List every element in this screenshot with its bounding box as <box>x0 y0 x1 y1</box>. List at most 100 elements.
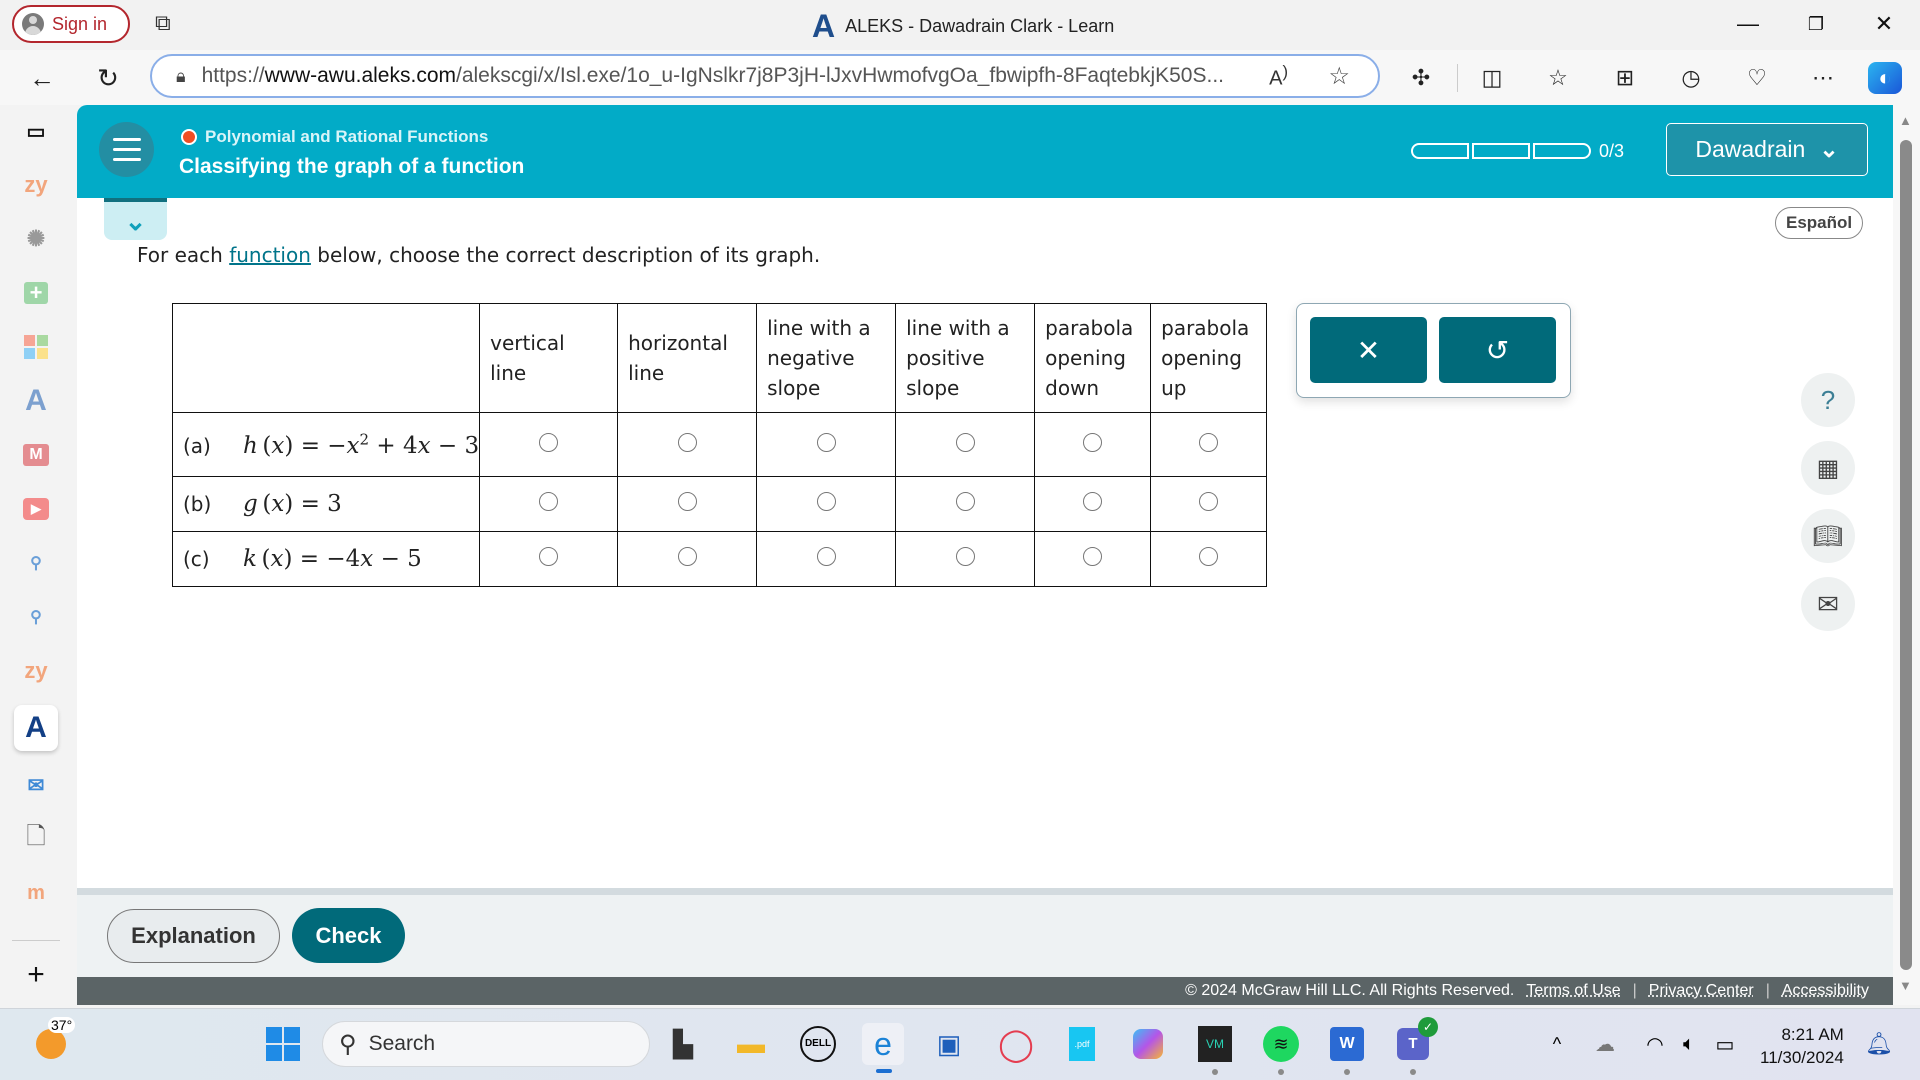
explanation-button[interactable]: Explanation <box>107 909 280 963</box>
file-explorer-icon[interactable]: ▬ <box>730 1023 772 1065</box>
notification-bell-icon[interactable]: 🔔︎ <box>1858 1023 1900 1065</box>
calculator-button[interactable]: ▦ <box>1801 441 1855 495</box>
split-screen-icon[interactable]: ◫ <box>1475 62 1509 94</box>
system-clock[interactable]: 8:21 AM 11/30/2024 <box>1760 1023 1844 1069</box>
zybooks-icon[interactable]: zy <box>14 651 58 691</box>
weather-widget[interactable]: 37° <box>28 1017 76 1065</box>
copilot-icon[interactable]: ◐ <box>1868 62 1902 94</box>
aleks-active-icon[interactable]: A <box>14 705 58 751</box>
sign-in-button[interactable]: Sign in <box>12 5 130 43</box>
chatgpt-icon[interactable]: ✺ <box>14 219 58 259</box>
clock-time: 8:21 AM <box>1781 1025 1844 1044</box>
add-tab-icon[interactable]: + <box>14 273 58 313</box>
gmail-icon[interactable]: M <box>14 435 58 475</box>
radio-a-parabola-up[interactable] <box>1199 432 1219 452</box>
outlook-icon[interactable]: ✉ <box>14 765 58 805</box>
clear-button[interactable]: ✕ <box>1310 317 1427 383</box>
moodle-icon[interactable]: m <box>14 873 58 913</box>
radio-c-vertical-line[interactable] <box>539 547 559 566</box>
radio-c-horizontal-line[interactable] <box>677 547 697 566</box>
search-icon[interactable]: ⚲ <box>14 597 58 637</box>
radio-a-horizontal-line[interactable] <box>677 432 697 452</box>
espanol-button[interactable]: Español <box>1775 207 1864 239</box>
scroll-down-icon[interactable]: ▼ <box>1899 978 1912 993</box>
menu-button[interactable] <box>99 122 154 177</box>
show-hidden-icons[interactable]: ^ <box>1536 1023 1578 1065</box>
progress-segment <box>1411 143 1469 159</box>
address-bar[interactable]: 🔒︎ https://www-awu.aleks.com/alekscgi/x/… <box>150 54 1380 98</box>
history-icon[interactable]: ◷ <box>1674 62 1708 94</box>
lock-icon[interactable]: 🔒︎ <box>176 66 186 87</box>
radio-c-parabola-down[interactable] <box>1083 547 1103 566</box>
radio-a-vertical-line[interactable] <box>539 432 559 452</box>
radio-a-parabola-down[interactable] <box>1083 432 1103 452</box>
copilot-app-icon[interactable] <box>1127 1023 1169 1065</box>
browser-essentials-icon[interactable]: ♡ <box>1740 62 1774 94</box>
help-icon: ? <box>1820 384 1836 415</box>
radio-a-positive-slope[interactable] <box>955 432 975 452</box>
help-button[interactable]: ? <box>1801 373 1855 427</box>
start-icon[interactable] <box>262 1023 304 1065</box>
privacy-link[interactable]: Privacy Center <box>1649 982 1754 1000</box>
microsoft-store-icon[interactable]: ▣ <box>928 1023 970 1065</box>
radio-b-parabola-up[interactable] <box>1199 492 1219 511</box>
add-icon[interactable]: + <box>14 955 58 995</box>
microsoft-icon[interactable] <box>14 327 58 367</box>
collections-icon[interactable]: ⊞ <box>1608 62 1642 94</box>
opera-icon[interactable]: ◯ <box>995 1023 1037 1065</box>
favorite-star-icon[interactable]: ☆ <box>1328 62 1350 91</box>
aleks-icon[interactable]: A <box>14 381 58 421</box>
tab-actions-icon[interactable]: ▭ <box>14 111 58 151</box>
radio-c-negative-slope[interactable] <box>816 547 836 566</box>
close-window-icon[interactable]: ✕ <box>1864 8 1904 40</box>
refresh-icon[interactable]: ↻ <box>88 58 128 98</box>
task-view-icon[interactable]: ▙ <box>662 1023 704 1065</box>
pdf-icon[interactable]: .pdf <box>1061 1023 1103 1065</box>
more-icon[interactable]: ⋯ <box>1806 62 1840 94</box>
radio-b-positive-slope[interactable] <box>955 492 975 511</box>
accessibility-link[interactable]: Accessibility <box>1782 982 1869 1000</box>
radio-b-negative-slope[interactable] <box>816 492 836 511</box>
scroll-thumb[interactable] <box>1900 140 1912 970</box>
toolbar-divider <box>1457 64 1458 92</box>
scroll-up-icon[interactable]: ▲ <box>1899 113 1912 128</box>
close-icon: ✕ <box>1356 334 1381 366</box>
taskbar-search[interactable]: ⚲ Search <box>322 1021 650 1067</box>
youtube-icon[interactable]: ▶ <box>14 489 58 529</box>
radio-b-parabola-down[interactable] <box>1083 492 1103 511</box>
terms-link[interactable]: Terms of Use <box>1526 982 1620 1000</box>
collapse-header-button[interactable]: ⌄ <box>104 198 167 240</box>
favorites-icon[interactable]: ☆ <box>1541 62 1575 94</box>
page-scrollbar[interactable]: ▲ ▼ <box>1893 105 1920 1005</box>
edge-icon[interactable]: e <box>862 1023 904 1065</box>
tab-actions-icon[interactable]: ⧉ <box>155 10 183 38</box>
dell-icon[interactable]: DELL <box>797 1023 839 1065</box>
message-button[interactable]: ✉ <box>1801 577 1855 631</box>
ebook-button[interactable]: 📖︎ <box>1801 509 1855 563</box>
minimize-icon[interactable]: — <box>1728 8 1768 40</box>
column-header: vertical line <box>479 303 619 413</box>
user-menu-button[interactable]: Dawadrain ⌄ <box>1666 123 1868 176</box>
radio-b-horizontal-line[interactable] <box>677 492 697 511</box>
restore-icon[interactable]: ❐ <box>1796 8 1836 40</box>
teams-icon[interactable]: T ✓ <box>1392 1017 1438 1065</box>
word-icon[interactable]: W <box>1326 1023 1368 1065</box>
function-link[interactable]: function <box>229 243 311 267</box>
read-aloud-icon[interactable]: A) <box>1269 62 1288 91</box>
document-icon[interactable]: 🗋 <box>14 819 58 859</box>
radio-b-vertical-line[interactable] <box>539 492 559 511</box>
back-icon[interactable]: ← <box>22 58 62 98</box>
battery-icon[interactable]: ▭ <box>1704 1023 1746 1065</box>
extensions-icon[interactable]: ✣ <box>1404 62 1438 94</box>
undo-button[interactable]: ↺ <box>1439 317 1556 383</box>
onedrive-icon[interactable]: ☁ <box>1584 1023 1626 1065</box>
search-icon[interactable]: ⚲ <box>14 543 58 583</box>
radio-c-parabola-up[interactable] <box>1199 547 1219 566</box>
spotify-icon[interactable]: ≋ <box>1260 1023 1302 1065</box>
wavepad-icon[interactable]: VM <box>1194 1023 1236 1065</box>
url-text[interactable]: https://www-awu.aleks.com/alekscgi/x/Isl… <box>202 64 1232 88</box>
radio-c-positive-slope[interactable] <box>955 547 975 566</box>
check-button[interactable]: Check <box>292 908 405 963</box>
zybooks-icon[interactable]: zy <box>14 165 58 205</box>
radio-a-negative-slope[interactable] <box>816 432 836 452</box>
